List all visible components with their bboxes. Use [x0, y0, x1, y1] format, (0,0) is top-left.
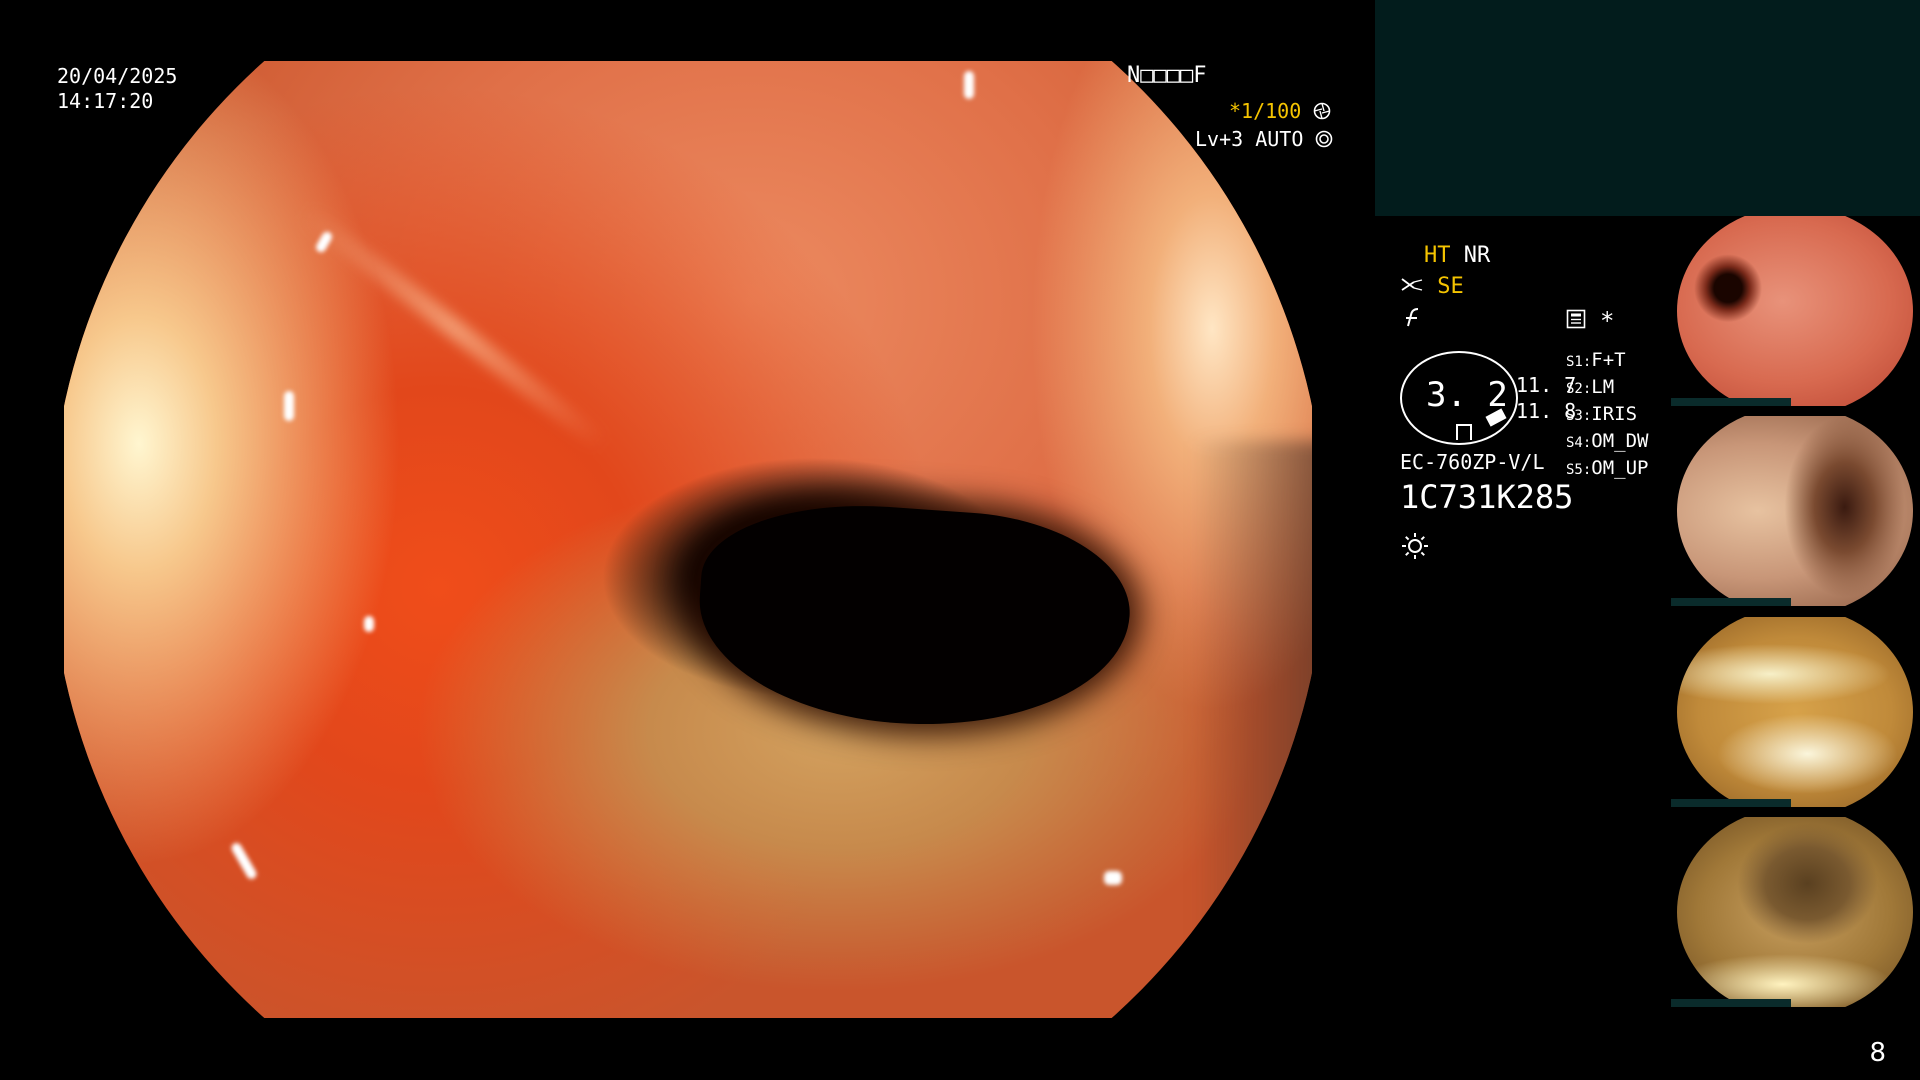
switch-item: S1:F+T: [1566, 349, 1626, 371]
nr-label: NR: [1463, 243, 1491, 268]
page-number: 8: [1869, 1038, 1886, 1068]
mucosal-fold: [297, 203, 610, 453]
scope-marker: [1456, 424, 1472, 440]
scope-value-label: 3. 2: [1426, 375, 1508, 415]
lumen: [692, 494, 1136, 739]
ht-label: HT: [1424, 243, 1451, 268]
se-label: SE: [1437, 274, 1464, 299]
light-level-row: Lv+3 AUTO: [1195, 127, 1333, 151]
switch-list: S1:F+T S2:LM S3:IRIS S4:OM_DW S5:OM_UP: [1566, 348, 1649, 483]
time-label: 14:17:20: [57, 89, 154, 113]
light-reflection: [364, 616, 374, 632]
thumbnail-footer: [1671, 598, 1791, 606]
scissors-icon: [1400, 274, 1437, 299]
switch-item: S3:IRIS: [1566, 403, 1638, 425]
scope-model-label: EC-760ZP-V/L: [1400, 450, 1545, 474]
captured-image-thumbnail[interactable]: [1671, 617, 1919, 807]
mode-code-label: N□□□□F: [1127, 63, 1207, 88]
captured-image-3: [1677, 617, 1913, 807]
thumbnail-footer: [1671, 398, 1791, 406]
thumbnail-footer: [1671, 799, 1791, 807]
light-level-label: Lv+3 AUTO: [1195, 127, 1304, 151]
shutter-row: *1/100: [1229, 99, 1331, 123]
captured-image-1: [1677, 216, 1913, 406]
se-row: SE: [1400, 274, 1464, 300]
date-label: 20/04/2025: [57, 64, 178, 88]
light-reflection: [1104, 871, 1122, 885]
switch-item: S2:LM: [1566, 376, 1615, 398]
asterisk-label: *: [1600, 307, 1615, 335]
sun-icon: [1400, 531, 1430, 565]
switch-item: S5:OM_UP: [1566, 457, 1649, 479]
captured-image-thumbnail[interactable]: [1671, 817, 1919, 1007]
aperture-icon: [1313, 99, 1331, 123]
captured-image-thumbnail[interactable]: [1671, 216, 1919, 406]
memo-icon: [1566, 309, 1586, 333]
light-reflection: [284, 391, 294, 421]
target-icon: [1315, 127, 1333, 151]
switch-item: S4:OM_DW: [1566, 430, 1649, 452]
shutter-label: *1/100: [1229, 99, 1302, 123]
processing-row: HT NR: [1424, 243, 1490, 269]
endoscope-live-view: [64, 61, 1312, 1018]
scope-serial-label: 1C731K285: [1400, 478, 1574, 516]
scope-edge: [1192, 441, 1312, 1018]
captured-image-thumbnail[interactable]: [1671, 416, 1919, 606]
light-reflection: [964, 71, 974, 99]
captured-image-4: [1677, 817, 1913, 1007]
light-reflection: [229, 841, 259, 881]
info-panel-header: [1375, 0, 1920, 216]
flash-off-icon: [1402, 306, 1424, 332]
thumbnail-footer: [1671, 999, 1791, 1007]
captured-image-2: [1677, 416, 1913, 606]
